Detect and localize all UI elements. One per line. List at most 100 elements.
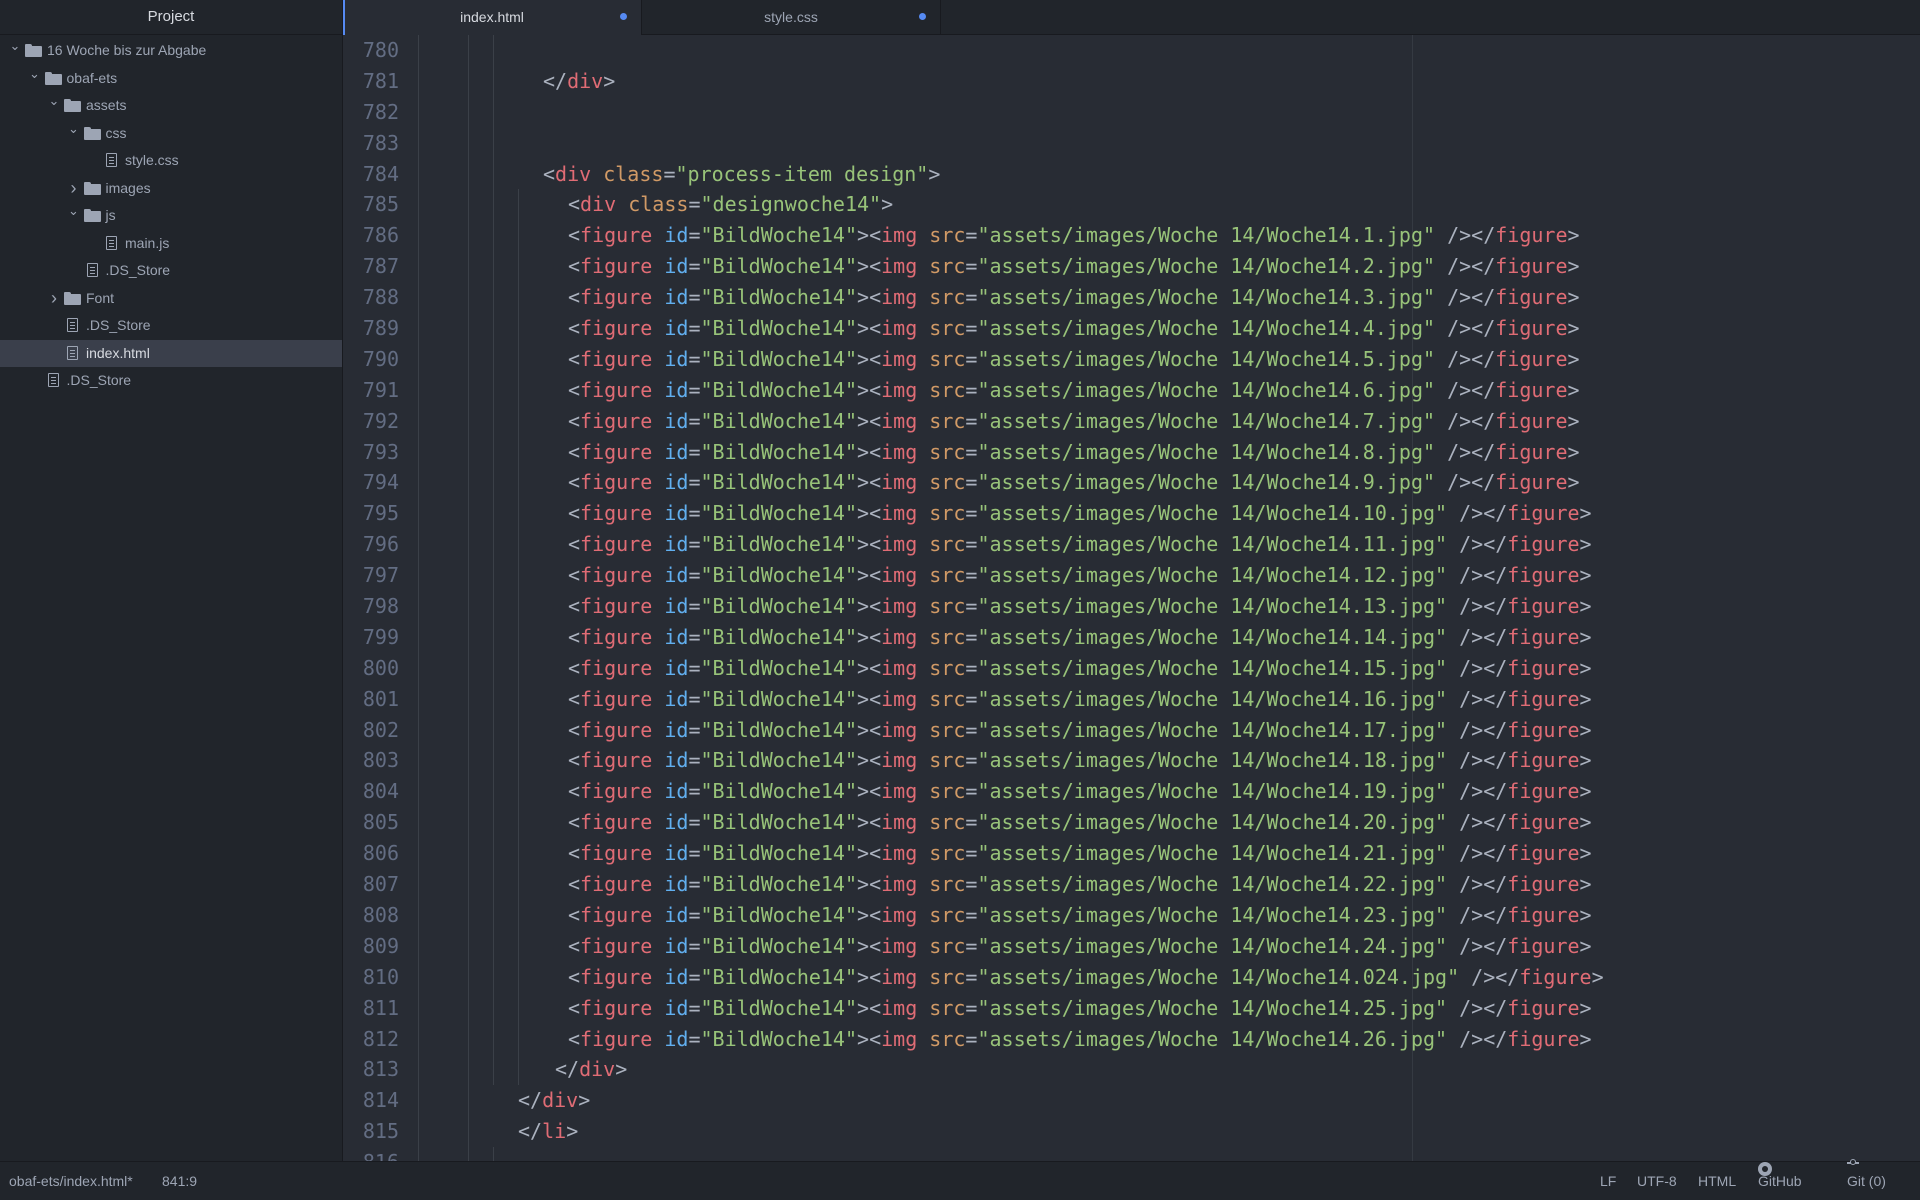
status-line-ending[interactable]: LF bbox=[1600, 1162, 1616, 1200]
indent-guide bbox=[493, 714, 494, 746]
indent-guide bbox=[468, 467, 469, 499]
indent-guide bbox=[418, 282, 419, 314]
code-text: </div> bbox=[555, 1057, 628, 1082]
indent-guide bbox=[518, 405, 519, 437]
code-editor[interactable]: 780 781 </div> 782 783 784 <div class="process… bbox=[343, 35, 1920, 1162]
indent-guide bbox=[468, 313, 469, 344]
indent-guide bbox=[468, 1023, 469, 1055]
tree-folder[interactable]: ⌄ assets bbox=[0, 92, 342, 120]
line-number: 801 bbox=[362, 686, 399, 711]
indent-guide bbox=[518, 282, 519, 314]
line-number: 798 bbox=[362, 594, 399, 619]
indent-guide bbox=[418, 838, 419, 870]
indent-guide bbox=[493, 436, 494, 468]
tree-folder[interactable]: ⌄ css bbox=[0, 120, 342, 148]
tree-file[interactable]: style.css bbox=[0, 147, 342, 175]
indent-guide bbox=[493, 807, 494, 839]
line-number: 804 bbox=[362, 779, 399, 804]
indent-guide bbox=[418, 930, 419, 962]
chevron-right-icon[interactable]: › bbox=[47, 285, 61, 313]
indent-guide bbox=[468, 1147, 469, 1162]
line-number: 787 bbox=[362, 254, 399, 279]
code-line: 780 bbox=[343, 35, 1920, 66]
code-line: 784 <div class="process-item design"> bbox=[343, 158, 1920, 190]
indent-guide bbox=[418, 961, 419, 993]
tab-index-html[interactable]: index.html bbox=[343, 0, 642, 35]
tab-bar: index.html style.css bbox=[343, 0, 1920, 35]
tree-folder[interactable]: ⌄ 16 Woche bis zur Abgabe bbox=[0, 37, 342, 65]
indent-guide bbox=[418, 745, 419, 777]
tree-item-label: .DS_Store bbox=[66, 372, 132, 388]
folder-icon bbox=[64, 99, 81, 112]
chevron-down-icon[interactable]: ⌄ bbox=[67, 197, 81, 225]
indent-guide bbox=[418, 591, 419, 622]
tree-item-label: js bbox=[105, 207, 116, 223]
code-line: 809 <figure id="BildWoche14"><img src="as… bbox=[343, 930, 1920, 962]
code-line: 789 <figure id="BildWoche14"><img src="as… bbox=[343, 313, 1920, 344]
line-number: 794 bbox=[362, 470, 399, 495]
code-line: 795 <figure id="BildWoche14"><img src="as… bbox=[343, 498, 1920, 530]
indent-guide bbox=[418, 529, 419, 561]
code-line: 800 <figure id="BildWoche14"><img src="as… bbox=[343, 652, 1920, 684]
indent-guide bbox=[468, 251, 469, 283]
tree-file[interactable]: .DS_Store bbox=[0, 367, 342, 395]
indent-guide bbox=[468, 374, 469, 406]
indent-guide bbox=[493, 405, 494, 437]
tree-file[interactable]: index.html bbox=[0, 339, 342, 367]
code-line: 804 <figure id="BildWoche14"><img src="as… bbox=[343, 776, 1920, 808]
chevron-down-icon[interactable]: ⌄ bbox=[28, 60, 42, 88]
indent-guide bbox=[518, 683, 519, 715]
tree-folder[interactable]: › Font bbox=[0, 285, 342, 313]
file-icon bbox=[106, 235, 117, 250]
code-line: 792 <figure id="BildWoche14"><img src="as… bbox=[343, 405, 1920, 437]
tree-item-label: .DS_Store bbox=[86, 317, 151, 333]
indent-guide bbox=[493, 683, 494, 715]
code-line: 814 </div> bbox=[343, 1085, 1920, 1117]
tree-folder[interactable]: ⌄ js bbox=[0, 202, 342, 230]
tree-file[interactable]: main.js bbox=[0, 230, 342, 258]
tree-file[interactable]: .DS_Store bbox=[0, 312, 342, 340]
code-line: 806 <figure id="BildWoche14"><img src="as… bbox=[343, 838, 1920, 870]
code-line: 781 </div> bbox=[343, 65, 1920, 97]
chevron-down-icon[interactable]: ⌄ bbox=[47, 87, 61, 115]
chevron-down-icon[interactable]: ⌄ bbox=[8, 32, 22, 60]
code-text: <figure id="BildWoche14"><img src="asset… bbox=[568, 346, 1580, 371]
tree-file[interactable]: .DS_Store bbox=[0, 257, 342, 285]
code-lines: 780 781 </div> 782 783 784 <div class="process… bbox=[343, 35, 1920, 1162]
chevron-down-icon[interactable]: ⌄ bbox=[67, 115, 81, 143]
indent-guide bbox=[518, 776, 519, 808]
indent-guide bbox=[518, 591, 519, 622]
indent-guide bbox=[468, 776, 469, 808]
indent-guide bbox=[493, 961, 494, 993]
line-number: 815 bbox=[362, 1119, 399, 1144]
code-text: <figure id="BildWoche14"><img src="asset… bbox=[568, 717, 1592, 742]
tab-style-css[interactable]: style.css bbox=[642, 0, 941, 34]
indent-guide bbox=[493, 776, 494, 808]
code-line: 802 <figure id="BildWoche14"><img src="as… bbox=[343, 714, 1920, 746]
indent-guide bbox=[468, 560, 469, 592]
indent-guide bbox=[468, 35, 469, 66]
code-line: 808 <figure id="BildWoche14"><img src="as… bbox=[343, 899, 1920, 931]
tree-item-label: .DS_Store bbox=[105, 262, 171, 278]
indent-guide bbox=[468, 807, 469, 839]
indent-guide bbox=[468, 65, 469, 97]
tree-folder[interactable]: › images bbox=[0, 175, 342, 203]
status-cursor-position[interactable]: 841:9 bbox=[162, 1162, 197, 1200]
indent-guide bbox=[518, 560, 519, 592]
status-grammar[interactable]: HTML bbox=[1698, 1162, 1736, 1200]
indent-guide bbox=[493, 96, 494, 128]
code-text: <figure id="BildWoche14"><img src="asset… bbox=[568, 377, 1580, 402]
status-file-path[interactable]: obaf-ets/index.html* bbox=[9, 1162, 133, 1200]
indent-guide bbox=[468, 189, 469, 221]
code-line: 790 <figure id="BildWoche14"><img src="as… bbox=[343, 343, 1920, 375]
tree-item-label: 16 Woche bis zur Abgabe bbox=[47, 42, 207, 58]
indent-guide bbox=[418, 899, 419, 931]
indent-guide bbox=[418, 621, 419, 653]
status-encoding[interactable]: UTF-8 bbox=[1637, 1162, 1677, 1200]
modified-dot-icon bbox=[620, 13, 627, 20]
indent-guide bbox=[493, 251, 494, 283]
indent-guide bbox=[518, 529, 519, 561]
indent-guide bbox=[493, 127, 494, 159]
indent-guide bbox=[493, 313, 494, 344]
indent-guide bbox=[493, 220, 494, 252]
